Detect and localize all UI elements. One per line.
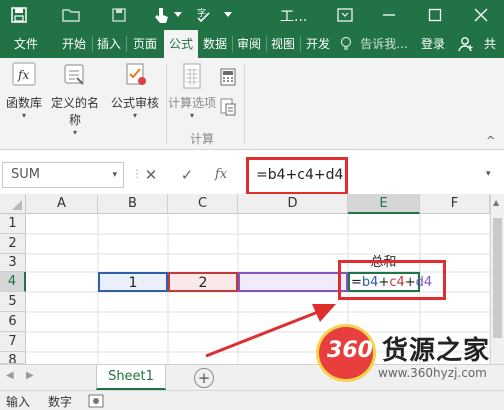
row-header-8[interactable]: 8	[0, 352, 26, 364]
watermark: 360 货源之家 www.360hyzj.com	[316, 322, 504, 388]
status-bar: 输入 数字	[0, 390, 504, 410]
column-header-f[interactable]: F	[420, 194, 490, 214]
column-header-a[interactable]: A	[26, 194, 98, 214]
save-icon[interactable]	[8, 4, 30, 26]
tab-developer[interactable]: 开发	[302, 30, 334, 58]
row-header-7[interactable]: 7	[0, 332, 26, 352]
tab-formulas[interactable]: 公式	[164, 30, 198, 58]
tab-separator	[92, 36, 93, 52]
macro-record-icon[interactable]	[88, 394, 104, 410]
row-header-3[interactable]: 3	[0, 254, 26, 272]
calc-options-button[interactable]: 计算选项 ▾	[166, 62, 218, 120]
chevron-down-icon: ▾	[112, 170, 117, 180]
cell-highlight-box	[338, 260, 446, 300]
touch-mode-icon[interactable]	[150, 4, 172, 26]
share-label: 共	[483, 37, 496, 51]
insert-function-icon[interactable]: fx	[210, 164, 232, 186]
folder-icon[interactable]	[60, 4, 82, 26]
defined-names-label: 定义的名称	[50, 96, 99, 127]
name-box[interactable]: SUM ▾	[2, 162, 124, 188]
qat-dropdown-icon[interactable]	[222, 4, 234, 26]
share-user-icon[interactable]	[456, 30, 476, 58]
calculate-sheet-icon[interactable]	[220, 98, 236, 119]
name-box-value: SUM	[11, 167, 40, 182]
status-mode: 输入	[6, 395, 31, 409]
function-library-label: 函数库	[5, 96, 42, 110]
sign-in-link[interactable]: 登录	[418, 30, 448, 58]
chevron-down-icon: ▾	[21, 111, 26, 120]
tab-home[interactable]: 开始	[58, 30, 90, 58]
chevron-down-icon: ▾	[189, 111, 194, 120]
scroll-up-icon[interactable]: ▲	[493, 198, 499, 207]
status-numeric: 数字	[48, 395, 73, 409]
scroll-sheets-left-icon[interactable]: ◀	[6, 370, 14, 381]
ribbon-display-icon[interactable]	[334, 4, 356, 26]
cancel-icon[interactable]: ✕	[140, 164, 162, 186]
add-sheet-icon[interactable]: +	[194, 368, 214, 388]
enter-check-icon[interactable]: ✓	[176, 164, 198, 186]
tab-insert[interactable]: 插入	[94, 30, 124, 58]
tab-page-layout[interactable]: 页面	[128, 30, 162, 58]
calc-options-label: 计算选项	[167, 96, 216, 110]
tab-review[interactable]: 审阅	[234, 30, 264, 58]
ribbon-tabs: 文件 开始 插入 页面 公式 数据 审阅 视图 开发 告诉我... 登录 共	[0, 30, 504, 58]
cell-b4[interactable]: 1	[98, 272, 168, 292]
calculator-sheet-icon	[178, 62, 206, 89]
column-header-c[interactable]: C	[168, 194, 238, 214]
svg-text:fx: fx	[17, 68, 29, 82]
name-manager-icon	[61, 62, 89, 88]
tab-file[interactable]: 文件	[4, 30, 48, 58]
row-header-4[interactable]: 4	[0, 272, 26, 292]
lightbulb-icon[interactable]	[340, 30, 352, 58]
cell-d4[interactable]	[238, 272, 348, 292]
spelling-icon[interactable]: 字	[194, 4, 216, 26]
close-icon[interactable]	[470, 4, 492, 26]
row-header-1[interactable]: 1	[0, 214, 26, 234]
watermark-logo-number: 360	[327, 338, 373, 363]
tab-view[interactable]: 视图	[268, 30, 298, 58]
formula-auditing-button[interactable]: 公式审核 ▾	[108, 62, 162, 120]
formula-auditing-label: 公式审核	[110, 96, 159, 110]
tab-separator	[232, 36, 233, 52]
tab-data[interactable]: 数据	[200, 30, 230, 58]
expand-formula-icon[interactable]: ▾	[486, 169, 491, 179]
column-header-b[interactable]: B	[98, 194, 168, 214]
column-header-d[interactable]: D	[238, 194, 348, 214]
defined-names-button[interactable]: 定义的名称 ▾	[46, 62, 104, 137]
calc-group-label: 计算	[190, 132, 215, 146]
row-header-5[interactable]: 5	[0, 292, 26, 312]
formula-auditing-icon	[121, 62, 149, 88]
cell-c4[interactable]: 2	[168, 272, 238, 292]
column-header-e[interactable]: E	[348, 194, 420, 214]
row-header-2[interactable]: 2	[0, 234, 26, 254]
collapse-ribbon-icon[interactable]: ^	[486, 134, 495, 147]
touch-dropdown-icon[interactable]	[172, 4, 184, 26]
maximize-icon[interactable]	[424, 4, 446, 26]
select-all-corner[interactable]	[0, 194, 26, 214]
scroll-thumb[interactable]	[493, 218, 502, 338]
sheet-tab-sheet1[interactable]: Sheet1	[96, 365, 166, 390]
fx-icon: fx	[10, 62, 38, 88]
chevron-down-icon: ▾	[132, 111, 137, 120]
tell-me-search[interactable]: 告诉我...	[356, 30, 412, 58]
ribbon-group-separator	[244, 64, 245, 144]
save-small-icon[interactable]	[108, 4, 130, 26]
chevron-down-icon: ▾	[72, 128, 77, 137]
row-header-6[interactable]: 6	[0, 312, 26, 332]
window-title: 工...	[280, 9, 308, 25]
title-bar: 字 工...	[0, 0, 504, 30]
calculate-now-icon[interactable]	[220, 68, 236, 89]
tab-separator	[300, 36, 301, 52]
watermark-url: www.360hyzj.com	[378, 366, 487, 380]
tab-separator	[126, 36, 127, 52]
scroll-sheets-right-icon[interactable]: ▶	[26, 370, 34, 381]
function-library-button[interactable]: fx 函数库 ▾	[4, 62, 44, 120]
formula-highlight-box	[246, 157, 348, 195]
minimize-icon[interactable]	[378, 4, 400, 26]
ribbon-formulas: fx 函数库 ▾ 定义的名称 ▾ 公式审核 ▾ 计算选项 ▾ 计算 ^	[0, 58, 504, 150]
watermark-logo-text: 货源之家	[382, 336, 491, 366]
tab-separator	[266, 36, 267, 52]
